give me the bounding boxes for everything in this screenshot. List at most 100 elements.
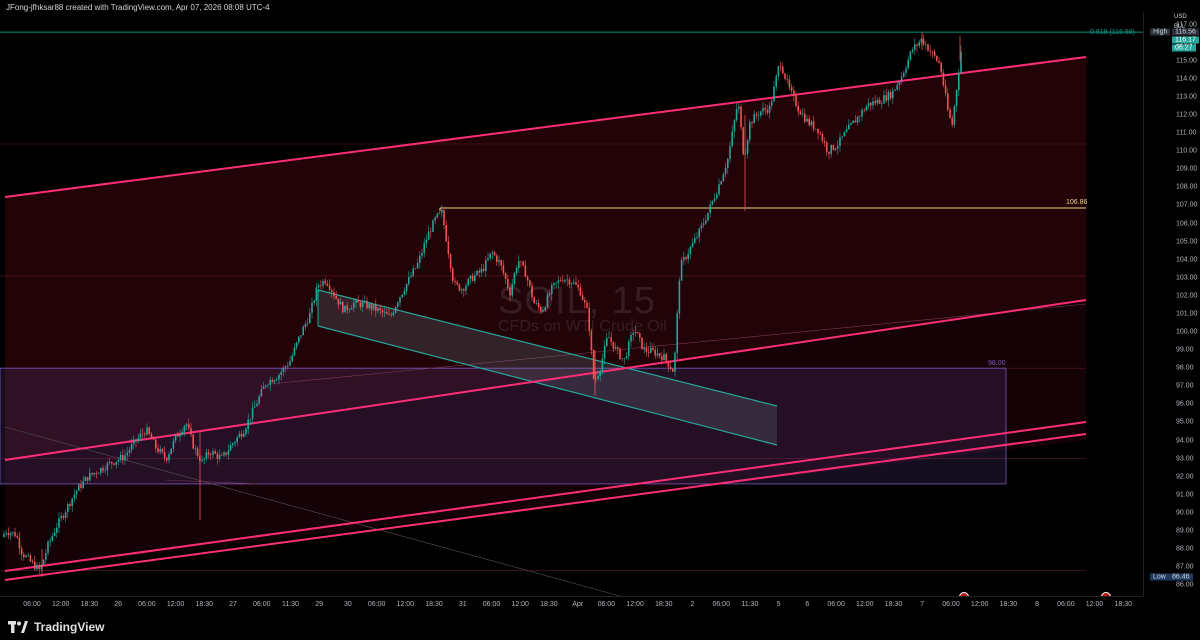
candle-body	[740, 106, 742, 128]
candle-body	[689, 247, 692, 255]
candle-body	[936, 55, 938, 61]
candle-body	[280, 371, 282, 375]
candle-body	[401, 294, 403, 298]
candle-body	[194, 448, 197, 450]
candle-body	[62, 515, 65, 518]
candle-body	[342, 301, 344, 313]
candle-body	[97, 473, 100, 474]
candle-body	[628, 341, 630, 357]
time-tick-label: 06:00	[138, 601, 156, 608]
candle-body	[830, 145, 832, 154]
price-axis[interactable]: USD BLL 86.00 87.00 88.00 89.00 90.00 91.00 92…	[1143, 12, 1200, 596]
candle-body	[14, 532, 16, 537]
candle-body	[621, 358, 623, 360]
candle-body	[73, 494, 76, 499]
price-tick-label: 114.00	[1176, 75, 1197, 83]
candle-body	[953, 106, 956, 125]
candle-body	[271, 379, 274, 383]
candle-body	[5, 533, 7, 535]
candle-body	[95, 473, 98, 474]
candle-body	[304, 323, 307, 327]
candle-body	[766, 109, 769, 113]
price-tick-label: 115.00	[1176, 57, 1197, 65]
candle-body	[20, 548, 23, 555]
price-tick-label: 86.00	[1176, 581, 1194, 589]
candle-body	[799, 111, 802, 115]
candle-body	[856, 116, 859, 123]
candle-body	[324, 280, 326, 284]
candle-body	[256, 403, 258, 407]
candle-body	[447, 241, 450, 255]
candle-body	[782, 66, 784, 74]
candle-body	[922, 38, 925, 45]
price-tick-label: 104.00	[1176, 256, 1198, 264]
candle-body	[291, 355, 293, 362]
candle-body	[170, 448, 172, 455]
candle-body	[881, 103, 883, 104]
time-tick-label: 27	[229, 601, 237, 608]
candle-body	[757, 115, 760, 117]
candle-body	[720, 181, 722, 185]
candle-body	[845, 129, 848, 133]
fib-level-label: 0.618 (116.59)	[1090, 29, 1136, 37]
tradingview-logo[interactable]: TradingView	[8, 620, 104, 634]
candle-body	[848, 124, 850, 130]
candle-body	[599, 371, 601, 376]
candle-body	[234, 442, 236, 444]
candle-body	[614, 347, 617, 349]
candle-body	[524, 265, 527, 278]
candle-body	[53, 532, 56, 536]
candle-body	[458, 284, 461, 291]
candle-body	[163, 451, 166, 458]
candle-body	[100, 467, 102, 474]
candle-body	[333, 292, 335, 297]
candle-body	[372, 304, 375, 310]
candle-body	[344, 305, 346, 313]
candle-body	[861, 110, 863, 117]
candle-body	[12, 532, 14, 534]
time-tick-label: 6	[805, 601, 810, 608]
candle-body	[210, 454, 212, 456]
candle-body	[658, 353, 661, 357]
candle-body	[69, 504, 71, 506]
candle-body	[359, 302, 362, 308]
candle-body	[707, 212, 709, 221]
candle-body	[460, 289, 463, 291]
candle-body	[229, 445, 232, 451]
candle-body	[128, 450, 131, 453]
candle-body	[377, 308, 379, 311]
candle-body	[49, 540, 51, 542]
candle-body	[139, 433, 142, 438]
candle-body	[674, 352, 676, 372]
candle-body	[487, 258, 489, 261]
candle-body	[403, 291, 406, 295]
candle-body	[742, 127, 744, 155]
candle-body	[476, 270, 478, 276]
candle-body	[42, 559, 45, 566]
price-plot[interactable]: SOIL, 15 CFDs on WTI Crude Oil 0.618 (11…	[0, 12, 1143, 596]
candle-body	[394, 306, 397, 313]
time-axis[interactable]: 06:00 12:00 18:30 26 06:00 12:00 18:30 27 06:00 1…	[0, 596, 1143, 615]
candle-body	[663, 354, 665, 361]
candle-body	[309, 312, 311, 324]
candle-body	[727, 158, 729, 168]
time-tick-label: 06:00	[482, 601, 501, 608]
candle-body	[141, 433, 144, 435]
candle-body	[190, 428, 192, 435]
candle-body	[793, 90, 795, 96]
candle-body	[383, 312, 386, 313]
candle-body	[691, 242, 694, 248]
candle-body	[702, 223, 705, 225]
candle-body	[760, 111, 762, 116]
candle-body	[432, 220, 434, 232]
price-tick-label: 102.00	[1176, 292, 1198, 300]
candle-body	[812, 121, 815, 130]
candle-body	[298, 336, 300, 343]
high-label: High	[1150, 28, 1171, 36]
candle-body	[221, 455, 223, 456]
candle-body	[82, 481, 84, 488]
candle-body	[31, 561, 34, 562]
candle-body	[18, 537, 21, 549]
candle-body	[326, 283, 329, 286]
candle-body	[445, 224, 447, 242]
